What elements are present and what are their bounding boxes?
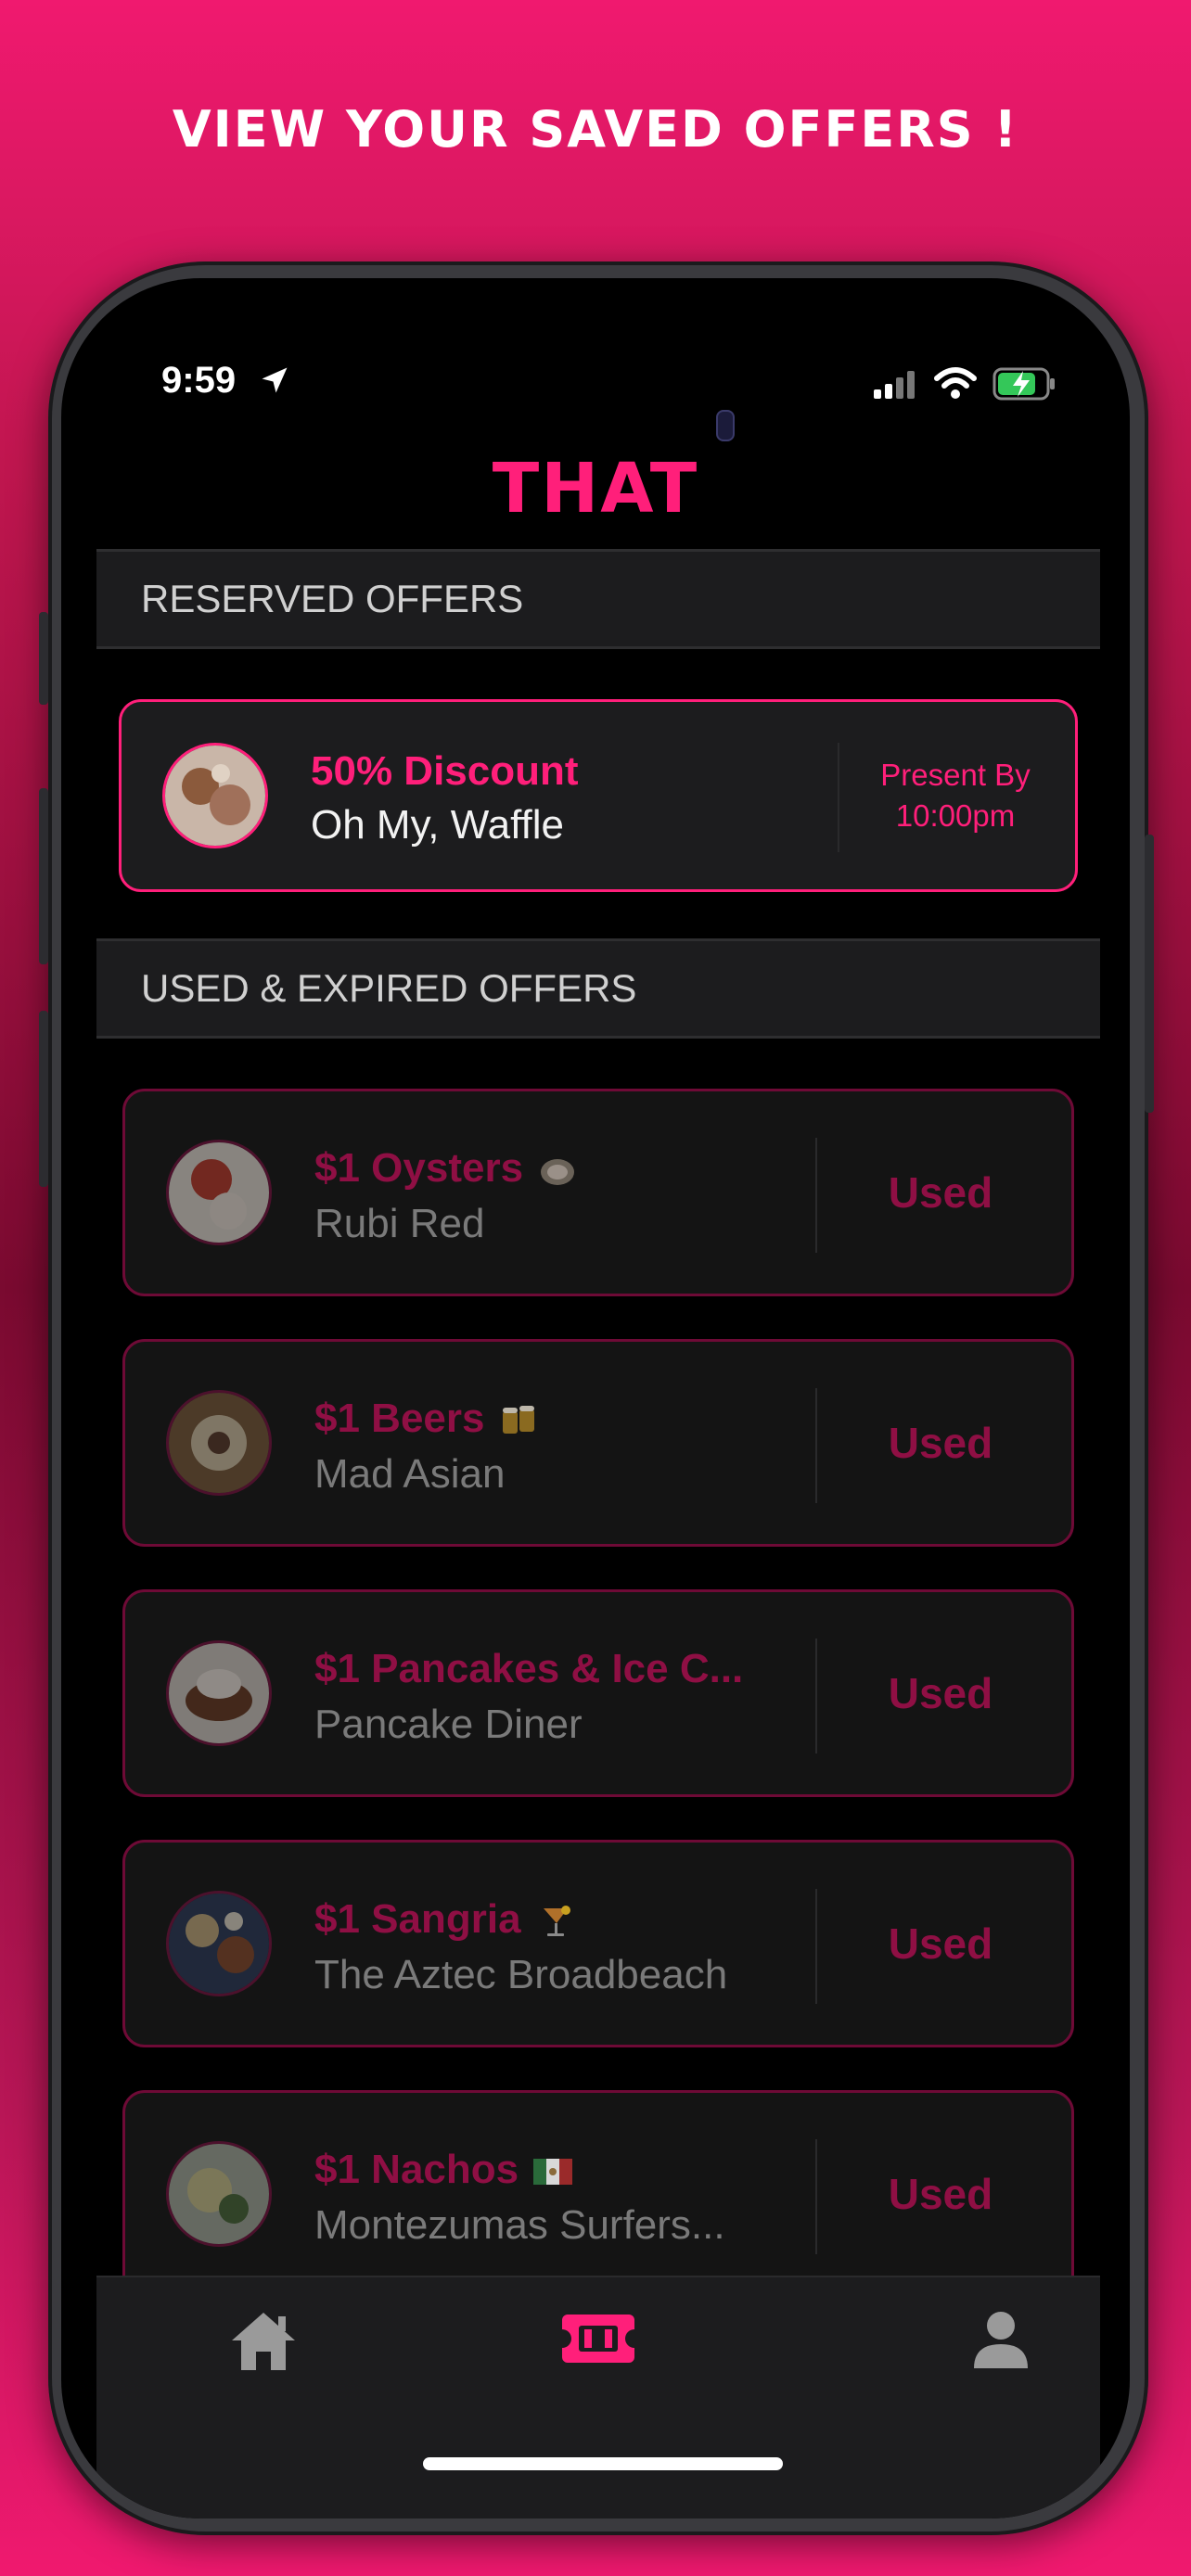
offer-venue: Mad Asian (314, 1451, 506, 1497)
power-button (1145, 835, 1154, 1113)
oyster-icon (541, 1159, 575, 1186)
location-arrow-icon (262, 367, 288, 393)
offer-venue: Montezumas Surfers... (314, 2202, 725, 2248)
battery-charging-icon (992, 367, 1055, 401)
used-status: Used (888, 1168, 993, 1217)
offer-title: $1 Pancakes & Ice C... (314, 1646, 744, 1691)
tab-bar (96, 2276, 1100, 2519)
venue-thumbnail (166, 1640, 272, 1746)
present-by: Present By 10:00pm (836, 702, 1075, 889)
used-status: Used (888, 1919, 993, 1968)
used-expired-offers-header: USED & EXPIRED OFFERS (96, 938, 1100, 1039)
venue-thumbnail (166, 1140, 272, 1245)
mexico-flag-icon (533, 2159, 573, 2186)
volume-down-button (39, 1011, 48, 1187)
used-status: Used (888, 2170, 993, 2218)
offer-venue: The Aztec Broadbeach (314, 1952, 728, 1997)
tropical-drink-icon (543, 1906, 570, 1937)
offer-title: $1 Nachos (314, 2147, 574, 2193)
cellular-signal-icon (874, 371, 915, 399)
status-bar: 9:59 (61, 356, 1130, 441)
offer-title: $1 Sangria (314, 1896, 577, 1943)
used-offer-card[interactable]: $1 Pancakes & Ice C... Pancake Diner Use… (122, 1589, 1074, 1797)
used-status: Used (888, 1669, 993, 1717)
wifi-icon (934, 367, 977, 399)
headline: VIEW YOUR SAVED OFFERS ! (172, 100, 1019, 159)
volume-up-button (39, 788, 48, 964)
status-time: 9:59 (161, 360, 237, 401)
used-status: Used (888, 1419, 993, 1467)
present-by-time: 10:00pm (895, 798, 1016, 833)
used-offer-card[interactable]: $1 Nachos Montezumas Surfers... Used (122, 2090, 1074, 2298)
venue-thumbnail (166, 1891, 272, 1996)
present-by-label: Present By (880, 758, 1031, 792)
venue-thumbnail (166, 2141, 272, 2247)
venue-thumbnail (162, 743, 268, 848)
mute-switch (39, 612, 48, 705)
offer-title: $1 Beers (314, 1396, 540, 1442)
home-indicator[interactable] (423, 2457, 783, 2470)
offer-venue: Rubi Red (314, 1201, 485, 1246)
camera-indicator (716, 410, 735, 441)
used-offer-card[interactable]: $1 Oysters Rubi Red Used (122, 1089, 1074, 1296)
app-logo: THAT (492, 449, 699, 529)
profile-icon[interactable] (972, 2309, 1030, 2370)
venue-thumbnail (166, 1390, 272, 1496)
reserved-offers-header: RESERVED OFFERS (96, 549, 1100, 649)
used-offer-card[interactable]: $1 Beers Mad Asian Used (122, 1339, 1074, 1547)
app-screen: 9:59 THAT RESERVED OFFERS 50% Discount O… (61, 278, 1130, 2519)
offer-venue: Pancake Diner (314, 1702, 583, 1747)
home-icon[interactable] (228, 2309, 299, 2374)
offer-title: 50% Discount (311, 748, 579, 794)
offer-venue: Oh My, Waffle (311, 802, 565, 848)
beer-mugs-icon (503, 1406, 535, 1435)
reserved-offer-card[interactable]: 50% Discount Oh My, Waffle Present By 10… (119, 699, 1078, 892)
ticket-icon[interactable] (560, 2309, 636, 2368)
offer-title: $1 Oysters (314, 1145, 579, 1192)
used-offer-card[interactable]: $1 Sangria The Aztec Broadbeach Used (122, 1840, 1074, 2047)
